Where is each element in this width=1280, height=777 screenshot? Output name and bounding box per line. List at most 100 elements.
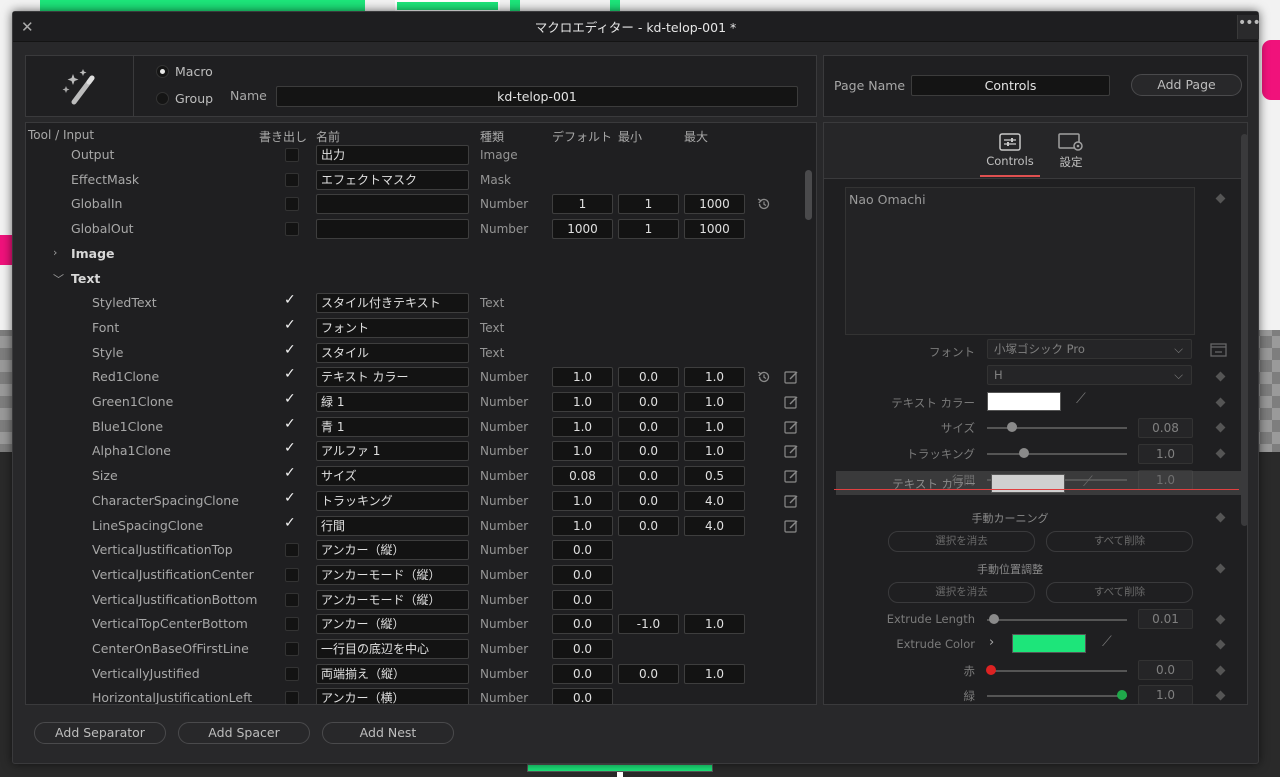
red-value[interactable]: 0.0 <box>1138 660 1193 680</box>
export-checkbox[interactable] <box>285 148 299 162</box>
text-color-swatch[interactable] <box>987 392 1061 411</box>
name-field[interactable]: アンカー（縦） <box>316 614 469 635</box>
keyframe-icon[interactable] <box>1215 371 1226 382</box>
keyframe-icon[interactable] <box>1215 690 1226 701</box>
red-slider[interactable] <box>987 670 1127 672</box>
name-field[interactable]: スタイル付きテキスト <box>316 293 469 314</box>
export-checkbox[interactable] <box>285 592 299 607</box>
checkmark-icon[interactable]: ✓ <box>284 465 296 481</box>
name-field[interactable]: エフェクトマスク <box>316 169 469 190</box>
name-field[interactable]: アンカー（横） <box>316 688 469 704</box>
name-field[interactable]: 一行目の底辺を中心 <box>316 639 469 659</box>
min-field[interactable]: -1.0 <box>618 614 679 635</box>
name-field[interactable]: サイズ <box>316 466 469 487</box>
font-style-dropdown[interactable]: H ⌵ <box>987 365 1192 385</box>
default-field[interactable]: 1000 <box>552 219 613 240</box>
name-field[interactable]: 行間 <box>316 515 469 536</box>
extrude-length-slider-knob[interactable] <box>989 614 999 624</box>
checkmark-icon[interactable]: ✓ <box>284 317 296 333</box>
macro-radio[interactable]: Macro <box>156 64 213 79</box>
group-radio[interactable]: Group <box>156 91 213 106</box>
min-field[interactable]: 0.0 <box>618 663 679 684</box>
name-field[interactable]: フォント <box>316 317 469 338</box>
size-slider-knob[interactable] <box>1007 422 1017 432</box>
chevron-right-icon[interactable]: › <box>53 246 57 259</box>
group-label[interactable]: Text <box>71 271 100 286</box>
keyframe-icon[interactable] <box>1215 193 1226 204</box>
export-checkbox[interactable] <box>285 172 299 187</box>
extrude-length-value[interactable]: 0.01 <box>1138 609 1193 629</box>
export-checkbox[interactable] <box>285 222 299 237</box>
name-field[interactable] <box>316 194 469 215</box>
max-field[interactable]: 1.0 <box>684 614 745 635</box>
keyframe-icon[interactable] <box>1215 512 1226 523</box>
edit-icon[interactable] <box>783 518 799 534</box>
expand-chevron-icon[interactable]: › <box>989 635 994 650</box>
default-field[interactable]: 1.0 <box>552 515 613 536</box>
keyframe-icon[interactable] <box>1215 397 1226 408</box>
export-checkbox[interactable] <box>285 617 299 632</box>
name-field[interactable]: スタイル <box>316 342 469 363</box>
add-nest-button[interactable]: Add Nest <box>322 722 454 744</box>
max-field[interactable]: 1.0 <box>684 441 745 462</box>
keyframe-icon[interactable] <box>1215 448 1226 459</box>
edit-icon[interactable] <box>783 493 799 509</box>
min-field[interactable]: 1 <box>618 219 679 240</box>
reset-icon[interactable] <box>756 369 772 385</box>
name-field[interactable] <box>316 219 469 240</box>
table-scrollbar[interactable] <box>805 170 812 220</box>
export-checkbox[interactable] <box>285 691 299 704</box>
green-value[interactable]: 1.0 <box>1138 685 1193 704</box>
add-separator-button[interactable]: Add Separator <box>34 722 166 744</box>
default-field[interactable]: 1.0 <box>552 416 613 437</box>
name-field[interactable]: 緑 1 <box>316 392 469 412</box>
min-field[interactable]: 1 <box>618 194 679 215</box>
keyframe-icon[interactable] <box>1215 665 1226 676</box>
macro-name-input[interactable]: kd-telop-001 <box>276 86 798 107</box>
min-field[interactable]: 0.0 <box>618 466 679 487</box>
default-field[interactable]: 0.0 <box>552 564 613 585</box>
checkmark-icon[interactable]: ✓ <box>284 515 296 531</box>
styled-text-input[interactable]: Nao Omachi <box>845 187 1195 335</box>
page-name-dropdown[interactable]: Controls <box>911 75 1110 96</box>
default-field[interactable]: 1.0 <box>552 490 613 511</box>
keyframe-icon[interactable] <box>1215 614 1226 625</box>
export-checkbox[interactable] <box>285 642 299 656</box>
extrude-color-swatch[interactable] <box>1012 634 1086 653</box>
checkmark-icon[interactable]: ✓ <box>284 440 296 456</box>
max-field[interactable]: 1000 <box>684 194 745 215</box>
default-field[interactable]: 0.0 <box>552 639 613 659</box>
font-dropdown[interactable]: 小塚ゴシック Pro ⌵ <box>987 339 1192 359</box>
green-slider-knob[interactable] <box>1117 690 1127 700</box>
max-field[interactable]: 1.0 <box>684 416 745 437</box>
default-field[interactable]: 1 <box>552 194 613 215</box>
max-field[interactable]: 1.0 <box>684 663 745 684</box>
checkmark-icon[interactable]: ✓ <box>284 416 296 432</box>
eyedropper-icon[interactable]: ⟋ <box>1076 391 1086 407</box>
min-field[interactable]: 0.0 <box>618 441 679 462</box>
reset-icon[interactable] <box>756 196 772 212</box>
min-field[interactable]: 0.0 <box>618 416 679 437</box>
name-field[interactable]: テキスト カラー <box>316 367 469 388</box>
default-field[interactable]: 0.0 <box>552 540 613 561</box>
default-field[interactable]: 1.0 <box>552 367 613 388</box>
tab-controls[interactable]: Controls <box>980 133 1040 168</box>
red-slider-knob[interactable] <box>986 665 996 675</box>
more-options-icon[interactable]: ••• <box>1237 15 1261 39</box>
edit-icon[interactable] <box>783 419 799 435</box>
default-field[interactable]: 0.0 <box>552 589 613 610</box>
name-field[interactable]: 両端揃え（縦） <box>316 663 469 684</box>
edit-icon[interactable] <box>783 369 799 385</box>
edit-icon[interactable] <box>783 468 799 484</box>
group-label[interactable]: Image <box>71 246 115 261</box>
min-field[interactable]: 0.0 <box>618 392 679 412</box>
default-field[interactable]: 0.0 <box>552 688 613 704</box>
max-field[interactable]: 0.5 <box>684 466 745 487</box>
max-field[interactable]: 1000 <box>684 219 745 240</box>
min-field[interactable]: 0.0 <box>618 367 679 388</box>
green-slider[interactable] <box>987 695 1127 697</box>
position-delete-all-button[interactable]: すべて削除 <box>1046 582 1193 603</box>
checkmark-icon[interactable]: ✓ <box>284 366 296 382</box>
export-checkbox[interactable] <box>285 666 299 681</box>
name-field[interactable]: 出力 <box>316 145 469 165</box>
